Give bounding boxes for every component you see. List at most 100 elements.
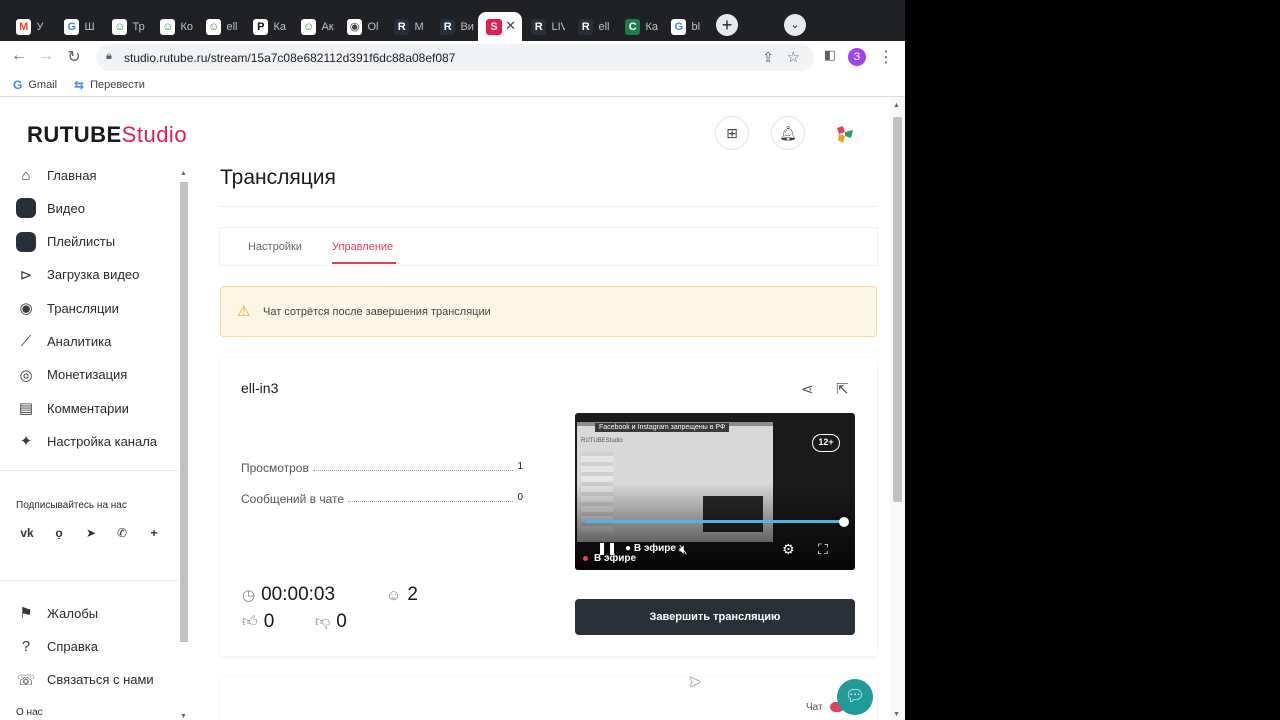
sidebar-item[interactable]: Плейлисты [16, 231, 115, 253]
close-tab-icon[interactable]: ✕ [505, 18, 516, 34]
sidebar-item[interactable]: ⊳ Загрузка видео [16, 264, 140, 286]
browser-tab[interactable]: ☺ Ак [293, 12, 335, 41]
dislikes-metric: 👎︎ 0 [315, 611, 347, 633]
stream-name: ell-in3 [241, 380, 279, 396]
mask-icon: ☺ [206, 18, 222, 35]
vk-icon[interactable]: vk [16, 522, 38, 544]
open-external-icon[interactable]: ⇱ [836, 380, 849, 398]
chat-card: Чат [220, 677, 877, 720]
tab-title: У [36, 20, 44, 33]
new-tab-button[interactable]: + [716, 14, 738, 36]
live-label: В эфире [594, 553, 637, 564]
scroll-up-icon[interactable]: ▲ [180, 170, 187, 177]
sidebar-item-label: Настройка канала [47, 433, 158, 449]
sidebar-scrollbar[interactable]: ▲ ▼ [178, 170, 190, 720]
bookmark-gmail[interactable]: G Gmail [13, 78, 57, 92]
video-icon [16, 198, 36, 219]
stat-value: 1 [517, 461, 523, 472]
scrollbar-thumb[interactable] [893, 117, 902, 502]
share-icon[interactable]: ⋖ [801, 380, 814, 398]
tab-strip: + ⌄ M У G Ш ☺ Тр ☺ Ко ☺ ell P Ка ☺ Ак ◉ Ol R М R Ви S ✕ R LIV Re… [0, 0, 905, 41]
rutube-studio-logo[interactable]: RUTUBEStudio [27, 122, 187, 148]
about-link[interactable]: О нас [16, 707, 43, 718]
stat-leader [312, 461, 514, 471]
scroll-up-icon[interactable]: ▲ [893, 102, 900, 109]
ok-icon[interactable]: ọ [48, 522, 70, 544]
scroll-down-icon[interactable]: ▼ [180, 713, 187, 720]
browser-tab[interactable]: ☺ ell [198, 12, 240, 41]
stream-card: ell-in3 ⋖ ⇱ Просмотров 1 Сообщений в чат… [220, 358, 877, 656]
sidebar-item[interactable]: ◎ Монетизация [16, 364, 127, 386]
scroll-down-icon[interactable]: ▼ [893, 711, 900, 718]
tab-management[interactable]: Управление [332, 241, 393, 253]
browser-tab[interactable]: ☺ Тр [104, 12, 146, 41]
seek-bar[interactable] [585, 520, 843, 523]
side-panel-icon[interactable]: ◧ [820, 47, 840, 63]
sidebar-item[interactable]: ☏ Связаться с нами [16, 669, 154, 691]
google-icon: G [671, 18, 687, 35]
viber-icon[interactable]: ✆ [111, 522, 133, 544]
mute-icon[interactable]: 🔇︎ [679, 541, 688, 558]
telegram-icon[interactable]: ➤ [80, 522, 102, 544]
tab-settings[interactable]: Настройки [248, 241, 302, 253]
active-tab-indicator [332, 262, 396, 264]
tab-title: Ко [180, 20, 193, 33]
sidebar-item-label: Плейлисты [47, 234, 116, 250]
settings-gear-icon[interactable]: ⚙ [782, 541, 795, 558]
sidebar-item[interactable]: ✦ Настройка канала [16, 430, 157, 452]
fullscreen-icon[interactable]: ⛶ [818, 541, 828, 558]
sidebar-item[interactable]: ? Справка [16, 635, 98, 657]
address-bar[interactable]: 🔒︎ studio.rutube.ru/stream/15a7c08e68211… [96, 44, 814, 71]
menu-dots-icon[interactable]: ⋮ [876, 47, 896, 67]
scrollbar-thumb[interactable] [180, 182, 188, 642]
stream-preview-player[interactable]: RUTUBEStudio Facebook и Instagram запрещ… [575, 413, 855, 570]
tab-title: Ка [645, 20, 658, 33]
share-icon[interactable]: ⇪ [762, 49, 774, 66]
upload-button[interactable]: ⊞ [715, 116, 749, 150]
sidebar-item[interactable]: ◉ Трансляции [16, 297, 119, 319]
browser-tab[interactable]: RМ [386, 12, 428, 41]
logo-studio: Studio [121, 122, 188, 147]
title-divider [220, 206, 877, 207]
browser-tab[interactable]: GШ [56, 12, 98, 41]
rutube-icon: R [394, 18, 410, 35]
forward-arrow-icon[interactable]: → [36, 47, 56, 65]
sidebar-item[interactable]: ⌂ Главная [16, 164, 96, 186]
seek-handle[interactable] [839, 517, 849, 527]
browser-tab[interactable]: Rell [570, 12, 612, 41]
bookmark-star-icon[interactable]: ☆ [787, 48, 800, 66]
mask-icon: ☺ [112, 18, 128, 35]
stat-leader [348, 492, 514, 502]
reload-icon[interactable]: ↻ [64, 47, 84, 67]
url-text[interactable]: studio.rutube.ru/stream/15a7c08e682112d3… [124, 51, 455, 65]
browser-tab[interactable]: ◉ Ol [339, 12, 381, 41]
browser-tab[interactable]: ☺ Ко [152, 12, 194, 41]
sidebar-item[interactable]: ⚑ Жалобы [16, 602, 98, 624]
support-chat-button[interactable]: 💬︎ [837, 679, 873, 715]
browser-tab[interactable]: R LIV [523, 12, 565, 41]
more-icon[interactable]: + [143, 522, 165, 544]
notifications-button[interactable]: 🔔︎ [771, 116, 805, 150]
live-dot-icon [583, 556, 588, 561]
browser-tab[interactable]: MУ [8, 12, 50, 41]
channel-avatar[interactable] [833, 122, 857, 146]
sidebar-item-label: Видео [47, 200, 85, 216]
sidebar-item[interactable]: ⟋ Аналитика [16, 331, 112, 353]
browser-tab[interactable]: P Ка [245, 12, 287, 41]
browser-tab[interactable]: R Ви [432, 12, 474, 41]
page-scrollbar[interactable]: ▲ ▼ [890, 97, 905, 720]
sidebar-item[interactable]: ▤ Комментарии [16, 397, 129, 419]
support-icon: ☏ [16, 671, 36, 689]
tab-search-button[interactable]: ⌄ [784, 14, 806, 36]
end-stream-button[interactable]: Завершить трансляцию [575, 599, 855, 635]
profile-avatar[interactable]: З [848, 48, 866, 66]
analytics-icon: ⟋ [20, 333, 32, 350]
browser-tab[interactable]: Gbl [663, 12, 705, 41]
monetization-icon: ◎ [19, 366, 33, 384]
bookmark-translate[interactable]: ⇆ Перевести [74, 78, 145, 92]
back-arrow-icon[interactable]: ← [9, 47, 29, 65]
browser-tab[interactable]: C Ка [617, 12, 659, 41]
browser-tab[interactable]: S ✕ [478, 12, 522, 41]
sidebar-item[interactable]: Видео [16, 197, 85, 219]
tab-title: М [414, 20, 424, 33]
